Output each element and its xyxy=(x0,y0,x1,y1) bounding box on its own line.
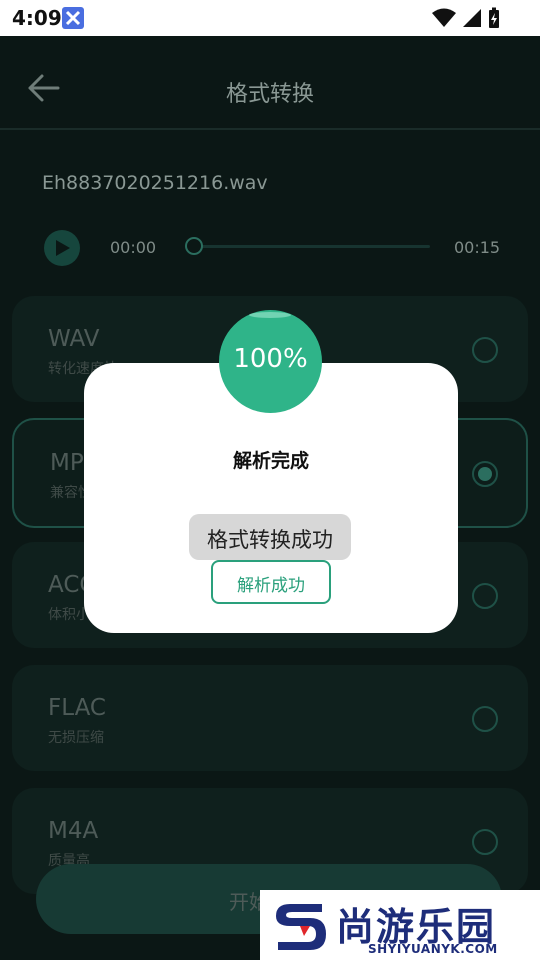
toast-message: 格式转换成功 xyxy=(189,514,351,560)
toolbar: 格式转换 xyxy=(0,36,540,130)
radio-button[interactable] xyxy=(472,829,498,855)
seek-thumb[interactable] xyxy=(185,237,203,255)
toast-text: 格式转换成功 xyxy=(207,528,333,552)
time-total: 00:15 xyxy=(454,238,501,257)
format-option-flac[interactable]: FLAC 无损压缩 xyxy=(12,665,528,771)
status-bar: 4:09 xyxy=(0,0,540,36)
option-desc: 无损压缩 xyxy=(48,730,104,746)
app-notification-icon xyxy=(62,7,84,29)
radio-button[interactable] xyxy=(472,583,498,609)
file-name: Eh8837020251216.wav xyxy=(42,172,268,194)
option-title: FLAC xyxy=(48,695,106,721)
radio-button[interactable] xyxy=(472,706,498,732)
progress-percent: 100% xyxy=(233,344,308,374)
option-title: M4A xyxy=(48,818,99,844)
watermark: 尚游乐园 SHYIYUANYK.COM xyxy=(260,890,540,960)
time-elapsed: 00:00 xyxy=(110,238,157,257)
radio-button[interactable] xyxy=(472,461,498,487)
radio-button[interactable] xyxy=(472,337,498,363)
watermark-logo-icon xyxy=(276,904,326,950)
wifi-icon xyxy=(432,8,456,27)
play-button[interactable] xyxy=(44,230,80,266)
seek-bar[interactable] xyxy=(194,245,430,248)
dialog-confirm-label: 解析成功 xyxy=(237,576,305,596)
status-icons xyxy=(432,7,502,28)
signal-icon xyxy=(463,9,481,27)
play-icon xyxy=(56,240,70,256)
dialog-title: 解析完成 xyxy=(232,450,309,472)
battery-icon xyxy=(489,7,499,28)
dialog-confirm-button[interactable]: 解析成功 xyxy=(211,560,331,604)
status-time: 4:09 xyxy=(12,6,62,30)
page-title: 格式转换 xyxy=(225,82,314,107)
watermark-url: SHYIYUANYK.COM xyxy=(368,942,498,956)
option-title: WAV xyxy=(48,326,100,352)
progress-circle: 100% xyxy=(219,310,322,413)
